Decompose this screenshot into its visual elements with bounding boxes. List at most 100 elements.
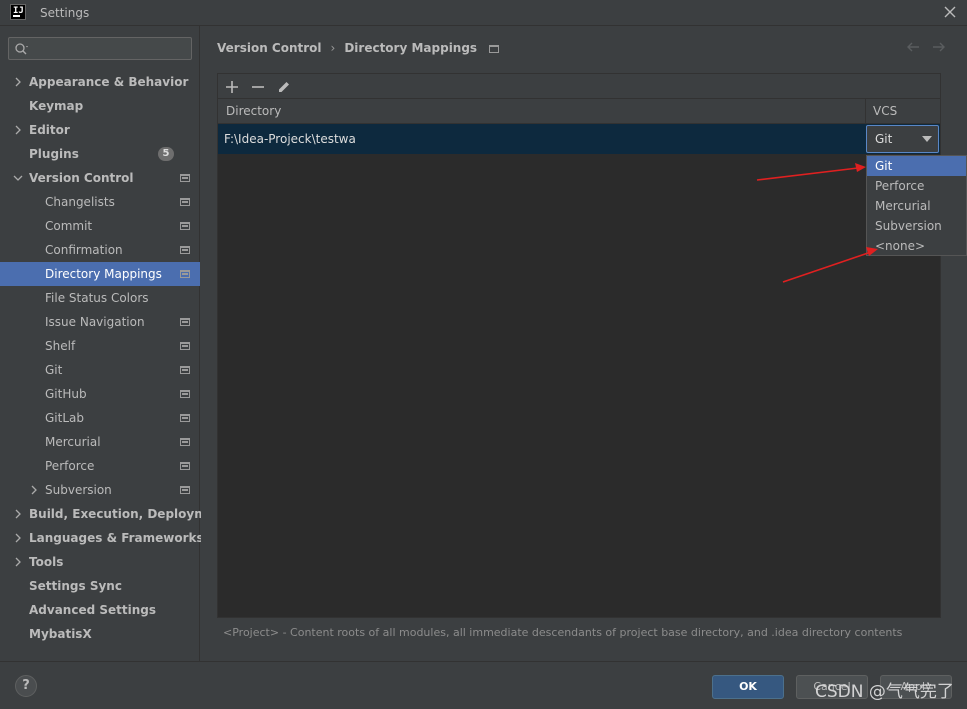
sidebar-item-github[interactable]: GitHub — [0, 382, 200, 406]
table-header: Directory VCS — [218, 99, 940, 124]
sidebar-item-label: Plugins — [29, 147, 79, 161]
sidebar-item-label: Changelists — [45, 195, 115, 209]
column-divider[interactable] — [865, 99, 866, 124]
ok-button[interactable]: OK — [712, 675, 784, 699]
project-scope-icon — [180, 246, 190, 254]
sidebar-item-label: MybatisX — [29, 627, 92, 641]
sidebar-item-editor[interactable]: Editor — [0, 118, 200, 142]
sidebar-item-appearance-behavior[interactable]: Appearance & Behavior — [0, 70, 200, 94]
edit-icon[interactable] — [276, 79, 292, 95]
sidebar-item-label: Tools — [29, 555, 64, 569]
chevron-down-icon[interactable] — [13, 173, 23, 183]
chevron-down-icon — [922, 136, 932, 142]
sidebar-item-label: Subversion — [45, 483, 112, 497]
sidebar-item-plugins[interactable]: Plugins 5 — [0, 142, 200, 166]
sidebar-item-confirmation[interactable]: Confirmation — [0, 238, 200, 262]
sidebar-item-keymap[interactable]: Keymap — [0, 94, 200, 118]
sidebar-item-label: Mercurial — [45, 435, 101, 449]
project-scope-icon — [180, 222, 190, 230]
sidebar-item-label: Perforce — [45, 459, 95, 473]
chevron-right-icon[interactable] — [13, 125, 23, 135]
sidebar-item-changelists[interactable]: Changelists — [0, 190, 200, 214]
search-input[interactable] — [35, 40, 185, 57]
sidebar-item-file-status-colors[interactable]: File Status Colors — [0, 286, 200, 310]
project-scope-icon — [180, 438, 190, 446]
vcs-select[interactable]: Git — [866, 125, 939, 153]
sidebar-item-commit[interactable]: Commit — [0, 214, 200, 238]
column-header-directory[interactable]: Directory — [226, 99, 281, 124]
chevron-right-icon[interactable] — [13, 557, 23, 567]
sidebar-item-label: File Status Colors — [45, 291, 149, 305]
sidebar-item-label: Shelf — [45, 339, 76, 353]
sidebar-item-label: Commit — [45, 219, 93, 233]
sidebar-item-label: Git — [45, 363, 63, 377]
sidebar-item-shelf[interactable]: Shelf — [0, 334, 200, 358]
title-bar: IJ Settings — [0, 0, 967, 26]
sidebar-item-build-execution-deployment[interactable]: Build, Execution, Deployment — [0, 502, 229, 526]
sidebar-item-advanced-settings[interactable]: Advanced Settings — [0, 598, 200, 622]
sidebar-item-mybatisx[interactable]: MybatisX — [0, 622, 200, 646]
sidebar-item-languages-frameworks[interactable]: Languages & Frameworks — [0, 526, 204, 550]
vcs-option-subversion[interactable]: Subversion — [867, 216, 966, 236]
chevron-right-icon[interactable] — [13, 77, 23, 87]
breadcrumb: Version Control › Directory Mappings — [217, 40, 500, 56]
arrow-left-icon[interactable] — [905, 40, 921, 54]
chevron-right-icon[interactable] — [13, 509, 23, 519]
breadcrumb-parent[interactable]: Version Control — [217, 41, 322, 55]
updates-count-badge: 5 — [158, 147, 174, 161]
project-scope-icon — [180, 174, 190, 182]
project-scope-icon — [489, 45, 500, 53]
search-icon — [15, 43, 28, 55]
minus-icon[interactable] — [250, 79, 266, 95]
mappings-toolbar — [218, 74, 940, 99]
arrow-right-icon[interactable] — [931, 40, 947, 54]
project-scope-icon — [180, 270, 190, 278]
footnote: <Project> - Content roots of all modules… — [223, 626, 903, 639]
breadcrumb-current: Directory Mappings — [344, 41, 478, 55]
sidebar-item-directory-mappings[interactable]: Directory Mappings — [0, 262, 200, 286]
column-header-vcs[interactable]: VCS — [873, 99, 897, 124]
sidebar-item-label: Confirmation — [45, 243, 123, 257]
sidebar-item-label: GitHub — [45, 387, 87, 401]
sidebar-item-tools[interactable]: Tools — [0, 550, 200, 574]
vcs-option-none[interactable]: <none> — [867, 236, 966, 256]
sidebar-item-version-control[interactable]: Version Control — [0, 166, 200, 190]
chevron-right-icon: › — [330, 41, 336, 55]
sidebar-item-perforce[interactable]: Perforce — [0, 454, 200, 478]
sidebar-item-label: Appearance & Behavior — [29, 75, 189, 89]
help-button[interactable]: ? — [15, 675, 37, 697]
sidebar-item-settings-sync[interactable]: Settings Sync — [0, 574, 200, 598]
vcs-option-git[interactable]: Git — [867, 156, 966, 176]
sidebar-item-git[interactable]: Git — [0, 358, 200, 382]
vcs-option-mercurial[interactable]: Mercurial — [867, 196, 966, 216]
vcs-option-perforce[interactable]: Perforce — [867, 176, 966, 196]
vcs-dropdown-list: Git Perforce Mercurial Subversion <none> — [866, 155, 967, 256]
vcs-select-value: Git — [875, 132, 893, 146]
chevron-right-icon[interactable] — [29, 485, 39, 495]
sidebar-item-issue-navigation[interactable]: Issue Navigation — [0, 310, 200, 334]
sidebar-item-mercurial[interactable]: Mercurial — [0, 430, 200, 454]
project-scope-icon — [180, 486, 190, 494]
sidebar-item-label: Keymap — [29, 99, 84, 113]
sidebar-item-label: Settings Sync — [29, 579, 122, 593]
table-body: F:\Idea-Projeck\testwa Git — [218, 124, 940, 617]
project-scope-icon — [180, 414, 190, 422]
chevron-right-icon[interactable] — [13, 533, 23, 543]
watermark: CSDN @气气完了 — [815, 682, 954, 702]
sidebar-item-label: Version Control — [29, 171, 134, 185]
plus-icon[interactable] — [224, 79, 240, 95]
project-scope-icon — [180, 198, 190, 206]
sidebar-item-label: Advanced Settings — [29, 603, 157, 617]
sidebar-item-label: Build, Execution, Deployment — [29, 507, 230, 521]
search-box[interactable] — [8, 37, 192, 60]
intellij-logo-icon: IJ — [10, 4, 26, 20]
close-icon[interactable] — [941, 3, 959, 21]
directory-cell: F:\Idea-Projeck\testwa — [224, 132, 356, 146]
project-scope-icon — [180, 318, 190, 326]
settings-tree: Appearance & Behavior Keymap Editor Plugins… — [0, 70, 229, 646]
table-row[interactable]: F:\Idea-Projeck\testwa Git — [218, 124, 940, 154]
sidebar-item-subversion[interactable]: Subversion — [0, 478, 200, 502]
window-title: Settings — [40, 6, 90, 20]
settings-sidebar: Appearance & Behavior Keymap Editor Plugins… — [0, 26, 229, 661]
sidebar-item-gitlab[interactable]: GitLab — [0, 406, 200, 430]
